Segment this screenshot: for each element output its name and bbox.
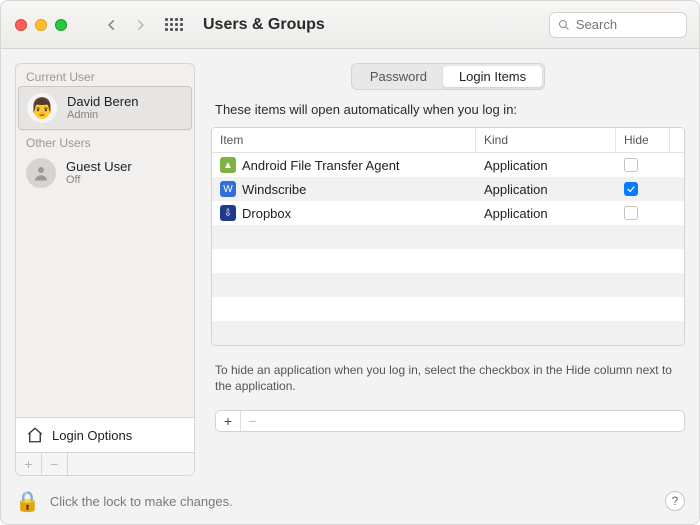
avatar <box>26 158 56 188</box>
table-row <box>212 225 684 249</box>
other-users-heading: Other Users <box>16 130 194 152</box>
tab-login-items[interactable]: Login Items <box>443 66 542 87</box>
guest-user-row[interactable]: Guest User Off <box>16 152 194 194</box>
home-icon <box>26 426 44 444</box>
item-kind: Application <box>476 158 616 173</box>
footer: 🔒 Click the lock to make changes. ? <box>1 478 699 524</box>
current-user-row[interactable]: 👨 David Beren Admin <box>18 86 192 130</box>
guest-user-name: Guest User <box>66 159 132 174</box>
current-user-name: David Beren <box>67 94 139 109</box>
remove-item-button[interactable]: − <box>240 411 264 431</box>
users-groups-window: Users & Groups Current User 👨 David Bere… <box>0 0 700 525</box>
col-item[interactable]: Item <box>212 128 476 152</box>
table-row <box>212 321 684 345</box>
login-items-description: These items will open automatically when… <box>211 100 685 117</box>
table-row <box>212 249 684 273</box>
back-button[interactable] <box>103 16 121 34</box>
item-add-remove-bar: + − <box>215 410 685 432</box>
add-user-button[interactable]: + <box>16 453 42 475</box>
toolbar-nav <box>103 16 149 34</box>
remove-user-button[interactable]: − <box>42 453 68 475</box>
search-input[interactable] <box>576 17 678 32</box>
current-user-heading: Current User <box>16 64 194 86</box>
table-body: ▲ Android File Transfer Agent Application… <box>212 153 684 345</box>
lock-icon[interactable]: 🔒 <box>15 489 40 514</box>
users-sidebar: Current User 👨 David Beren Admin Other U… <box>15 63 195 476</box>
avatar: 👨 <box>27 93 57 123</box>
hide-checkbox[interactable] <box>624 158 638 172</box>
item-kind: Application <box>476 206 616 221</box>
close-window-button[interactable] <box>15 19 27 31</box>
hide-checkbox[interactable] <box>624 206 638 220</box>
window-controls <box>15 19 67 31</box>
hide-hint-text: To hide an application when you log in, … <box>211 356 685 394</box>
item-kind: Application <box>476 182 616 197</box>
app-icon: ▲ <box>220 157 236 173</box>
item-name: Dropbox <box>242 206 291 221</box>
chevron-right-icon <box>133 18 147 32</box>
tab-password[interactable]: Password <box>354 66 443 87</box>
body: Current User 👨 David Beren Admin Other U… <box>1 49 699 478</box>
login-options-label: Login Options <box>52 428 132 443</box>
zoom-window-button[interactable] <box>55 19 67 31</box>
current-user-role: Admin <box>67 109 139 121</box>
help-button[interactable]: ? <box>665 491 685 511</box>
main-pane: Password Login Items These items will op… <box>211 63 685 476</box>
table-header: Item Kind Hide <box>212 128 684 153</box>
guest-user-status: Off <box>66 174 132 186</box>
tab-bar: Password Login Items <box>351 63 545 90</box>
forward-button[interactable] <box>131 16 149 34</box>
login-items-table: Item Kind Hide ▲ Android File Transfer Ag… <box>211 127 685 346</box>
minimize-window-button[interactable] <box>35 19 47 31</box>
table-row[interactable]: ⇩ Dropbox Application <box>212 201 684 225</box>
col-kind[interactable]: Kind <box>476 128 616 152</box>
table-row <box>212 273 684 297</box>
pane-title: Users & Groups <box>203 16 325 34</box>
app-icon: ⇩ <box>220 205 236 221</box>
item-name: Windscribe <box>242 182 306 197</box>
app-icon: W <box>220 181 236 197</box>
login-options-button[interactable]: Login Options <box>16 417 194 452</box>
lock-text: Click the lock to make changes. <box>50 494 655 509</box>
search-icon <box>558 18 570 32</box>
table-row <box>212 297 684 321</box>
chevron-left-icon <box>105 18 119 32</box>
search-field[interactable] <box>549 12 687 38</box>
add-item-button[interactable]: + <box>216 411 240 431</box>
user-add-remove-bar: + − <box>16 452 194 475</box>
show-all-prefs-button[interactable] <box>165 16 183 34</box>
table-row[interactable]: W Windscribe Application <box>212 177 684 201</box>
item-name: Android File Transfer Agent <box>242 158 400 173</box>
col-hide[interactable]: Hide <box>616 128 670 152</box>
table-row[interactable]: ▲ Android File Transfer Agent Application <box>212 153 684 177</box>
hide-checkbox[interactable] <box>624 182 638 196</box>
toolbar: Users & Groups <box>1 1 699 49</box>
guest-icon <box>32 164 50 182</box>
